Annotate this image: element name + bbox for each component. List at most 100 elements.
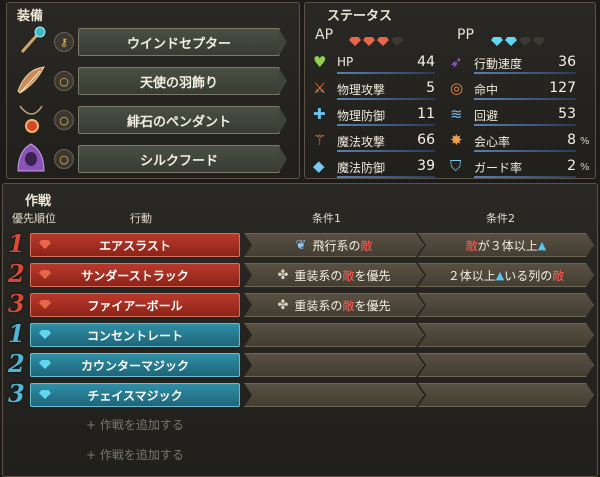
gem-icon bbox=[519, 37, 531, 46]
target-icon: ◎ bbox=[450, 79, 464, 97]
action-button[interactable]: チェイスマジック bbox=[30, 383, 240, 407]
stat-label: 物理防御 bbox=[337, 109, 386, 123]
action-label: サンダーストラック bbox=[81, 268, 189, 283]
magic-shield-icon: ◆ bbox=[313, 157, 325, 175]
stat-underline bbox=[474, 124, 576, 126]
tactics-title: 作戦 bbox=[25, 194, 52, 209]
equipment-name[interactable]: ウインドセプター bbox=[78, 28, 287, 56]
stat-underline bbox=[337, 176, 435, 178]
speed-icon: ➶ bbox=[450, 53, 463, 71]
tactic-row[interactable]: 2 カウンターマジック bbox=[8, 349, 594, 378]
priority-number: 1 bbox=[8, 319, 25, 348]
action-button[interactable]: ファイアーボール bbox=[30, 293, 240, 317]
stat-underline bbox=[337, 150, 435, 152]
key-icon: ⚷ bbox=[54, 32, 74, 52]
stat-value: 5 bbox=[426, 80, 435, 96]
action-button[interactable]: エアスラスト bbox=[30, 233, 240, 257]
gem-icon bbox=[363, 37, 375, 46]
stat-underline bbox=[337, 98, 435, 100]
condition1-slot[interactable]: ❦ 飛行系の敵 bbox=[244, 233, 424, 257]
equipment-name[interactable]: 緋石のペンダント bbox=[78, 106, 287, 134]
condition2-slot[interactable] bbox=[418, 353, 594, 377]
stat-label: 会心率 bbox=[474, 135, 511, 149]
tactic-row[interactable]: 1 コンセントレート bbox=[8, 319, 594, 348]
stat-value: 36 bbox=[558, 54, 576, 70]
equipment-slot[interactable]: ○ シルクフード bbox=[14, 141, 287, 177]
condition2-slot[interactable]: 敵が３体以上 ▲ bbox=[418, 233, 594, 257]
critical-icon: ✸ bbox=[450, 131, 463, 149]
action-header: 行動 bbox=[130, 212, 152, 225]
priority-number: 2 bbox=[8, 349, 25, 378]
condition1-slot[interactable]: ✤ 重装系の敵を優先 bbox=[244, 293, 424, 317]
stat-label: HP bbox=[337, 55, 354, 69]
action-button[interactable]: コンセントレート bbox=[30, 323, 240, 347]
gem-icon bbox=[391, 37, 403, 46]
gem-icon bbox=[349, 37, 361, 46]
percent-unit: % bbox=[580, 162, 590, 173]
add-tactic-button[interactable]: + 作戦を追加する bbox=[86, 446, 184, 463]
heart-icon: ♥ bbox=[313, 53, 327, 71]
stat-value: 39 bbox=[417, 158, 435, 174]
sword-icon: ⚔ bbox=[313, 79, 327, 97]
stat-value: 2 bbox=[567, 158, 576, 174]
equipment-title: 装備 bbox=[17, 9, 44, 24]
stat-label: ガード率 bbox=[474, 161, 523, 175]
action-button[interactable]: カウンターマジック bbox=[30, 353, 240, 377]
scepter-icon bbox=[14, 24, 48, 58]
stat-underline bbox=[337, 124, 435, 126]
pp-gauge bbox=[491, 31, 547, 50]
stat-underline bbox=[474, 98, 576, 100]
feather-icon bbox=[14, 63, 48, 97]
pp-label: PP bbox=[457, 27, 474, 43]
stat-label: 魔法攻撃 bbox=[337, 135, 386, 149]
equipment-slot[interactable]: ○ 天使の羽飾り bbox=[14, 63, 287, 99]
stat-underline bbox=[474, 176, 576, 178]
equipment-name[interactable]: 天使の羽飾り bbox=[78, 67, 287, 95]
equipment-name[interactable]: シルクフード bbox=[78, 145, 287, 173]
stat-row: ⚔ 物理攻撃 5 bbox=[313, 78, 435, 100]
condition1-slot[interactable] bbox=[244, 323, 424, 347]
stat-label: 命中 bbox=[474, 83, 499, 97]
stat-label: 行動速度 bbox=[474, 57, 523, 71]
condition1-slot[interactable]: ✤ 重装系の敵を優先 bbox=[244, 263, 424, 287]
tactic-row[interactable]: 2 サンダーストラック ✤ 重装系の敵を優先 ２体以上 ▲ いる列の敵 bbox=[8, 259, 594, 288]
priority-number: 2 bbox=[8, 259, 25, 288]
triangle-icon: ▲ bbox=[537, 238, 547, 252]
percent-unit: % bbox=[580, 136, 590, 147]
wing-icon: ❦ bbox=[295, 237, 307, 253]
armor-type-icon: ✤ bbox=[277, 267, 289, 283]
condition1-slot[interactable] bbox=[244, 383, 424, 407]
action-label: カウンターマジック bbox=[80, 358, 189, 373]
condition-text: いる列の bbox=[504, 268, 553, 283]
equipment-slot[interactable]: ⚷ ウインドセプター bbox=[14, 24, 287, 60]
condition2-slot[interactable] bbox=[418, 383, 594, 407]
pendant-icon bbox=[14, 102, 48, 136]
priority-header: 優先順位 bbox=[12, 212, 56, 225]
stat-underline bbox=[337, 72, 435, 74]
stat-label: 物理攻撃 bbox=[337, 83, 386, 97]
condition1-slot[interactable] bbox=[244, 353, 424, 377]
tactic-row[interactable]: 3 ファイアーボール ✤ 重装系の敵を優先 bbox=[8, 289, 594, 318]
tactic-row[interactable]: 3 チェイスマジック bbox=[8, 379, 594, 408]
action-label: エアスラスト bbox=[99, 238, 171, 253]
add-tactic-button[interactable]: + 作戦を追加する bbox=[86, 416, 184, 433]
stat-underline bbox=[474, 150, 576, 152]
stat-underline bbox=[474, 72, 576, 74]
stat-row: ➶ 行動速度 36 bbox=[450, 52, 576, 74]
action-button[interactable]: サンダーストラック bbox=[30, 263, 240, 287]
action-label: コンセントレート bbox=[86, 328, 183, 343]
condition-text: 重装系の bbox=[294, 268, 343, 283]
condition-text: 敵 bbox=[342, 298, 355, 313]
ring-icon: ○ bbox=[54, 71, 74, 91]
condition-text: 敵 bbox=[342, 268, 355, 283]
stat-value: 53 bbox=[558, 106, 576, 122]
gem-icon bbox=[377, 37, 389, 46]
stat-row: ✚ 物理防御 11 bbox=[313, 104, 435, 126]
evade-icon: ≋ bbox=[450, 105, 463, 123]
equipment-slot[interactable]: ○ 緋石のペンダント bbox=[14, 102, 287, 138]
condition2-slot[interactable] bbox=[418, 293, 594, 317]
condition2-slot[interactable] bbox=[418, 323, 594, 347]
tactic-row[interactable]: 1 エアスラスト ❦ 飛行系の敵敵が３体以上 ▲ bbox=[8, 229, 594, 258]
status-title: ステータス bbox=[327, 9, 393, 24]
condition2-slot[interactable]: ２体以上 ▲ いる列の敵 bbox=[418, 263, 594, 287]
